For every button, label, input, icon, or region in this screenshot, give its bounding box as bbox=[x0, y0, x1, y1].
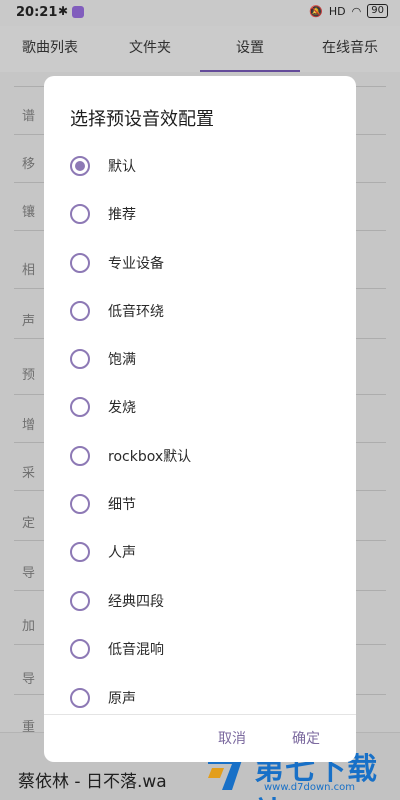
dialog-title: 选择预设音效配置 bbox=[70, 109, 214, 130]
option-label: 专业设备 bbox=[108, 256, 164, 272]
preset-option-full[interactable]: 饱满 bbox=[70, 339, 340, 379]
preset-option-rockbox-default[interactable]: rockbox默认 bbox=[70, 436, 340, 476]
option-label: 低音混响 bbox=[108, 642, 164, 658]
preset-option-default[interactable]: 默认 bbox=[70, 146, 340, 186]
option-label: rockbox默认 bbox=[108, 449, 192, 465]
preset-option-pro-device[interactable]: 专业设备 bbox=[70, 243, 340, 283]
option-label: 人声 bbox=[108, 545, 136, 561]
option-label: 经典四段 bbox=[108, 594, 164, 610]
radio-button[interactable] bbox=[70, 639, 90, 659]
option-label: 饱满 bbox=[108, 352, 136, 368]
radio-button[interactable] bbox=[70, 204, 90, 224]
radio-button[interactable] bbox=[70, 397, 90, 417]
radio-button[interactable] bbox=[70, 494, 90, 514]
radio-button[interactable] bbox=[70, 301, 90, 321]
cancel-button[interactable]: 取消 bbox=[218, 728, 246, 748]
option-label: 原声 bbox=[108, 691, 136, 707]
confirm-button[interactable]: 确定 bbox=[292, 728, 320, 748]
preset-option-detail[interactable]: 细节 bbox=[70, 484, 340, 524]
preset-option-bass-surround[interactable]: 低音环绕 bbox=[70, 291, 340, 331]
option-label: 细节 bbox=[108, 497, 136, 513]
radio-button-checked[interactable] bbox=[70, 156, 90, 176]
preset-option-vocal[interactable]: 人声 bbox=[70, 532, 340, 572]
preset-option-acoustic[interactable]: 原声 bbox=[70, 678, 340, 718]
option-label: 低音环绕 bbox=[108, 304, 164, 320]
option-label: 发烧 bbox=[108, 400, 136, 416]
option-label: 默认 bbox=[108, 159, 136, 175]
option-label: 推荐 bbox=[108, 207, 136, 223]
preset-option-recommended[interactable]: 推荐 bbox=[70, 194, 340, 234]
preset-option-bass-reverb[interactable]: 低音混响 bbox=[70, 629, 340, 669]
radio-button[interactable] bbox=[70, 253, 90, 273]
preset-option-classic-four[interactable]: 经典四段 bbox=[70, 581, 340, 621]
radio-button[interactable] bbox=[70, 688, 90, 708]
preset-dialog: 选择预设音效配置 默认 推荐 专业设备 低音环绕 饱满 发烧 rockbox默认… bbox=[44, 76, 356, 762]
preset-option-audiophile[interactable]: 发烧 bbox=[70, 387, 340, 427]
radio-button[interactable] bbox=[70, 349, 90, 369]
dialog-divider bbox=[44, 714, 356, 715]
radio-button[interactable] bbox=[70, 542, 90, 562]
radio-button[interactable] bbox=[70, 446, 90, 466]
radio-button[interactable] bbox=[70, 591, 90, 611]
